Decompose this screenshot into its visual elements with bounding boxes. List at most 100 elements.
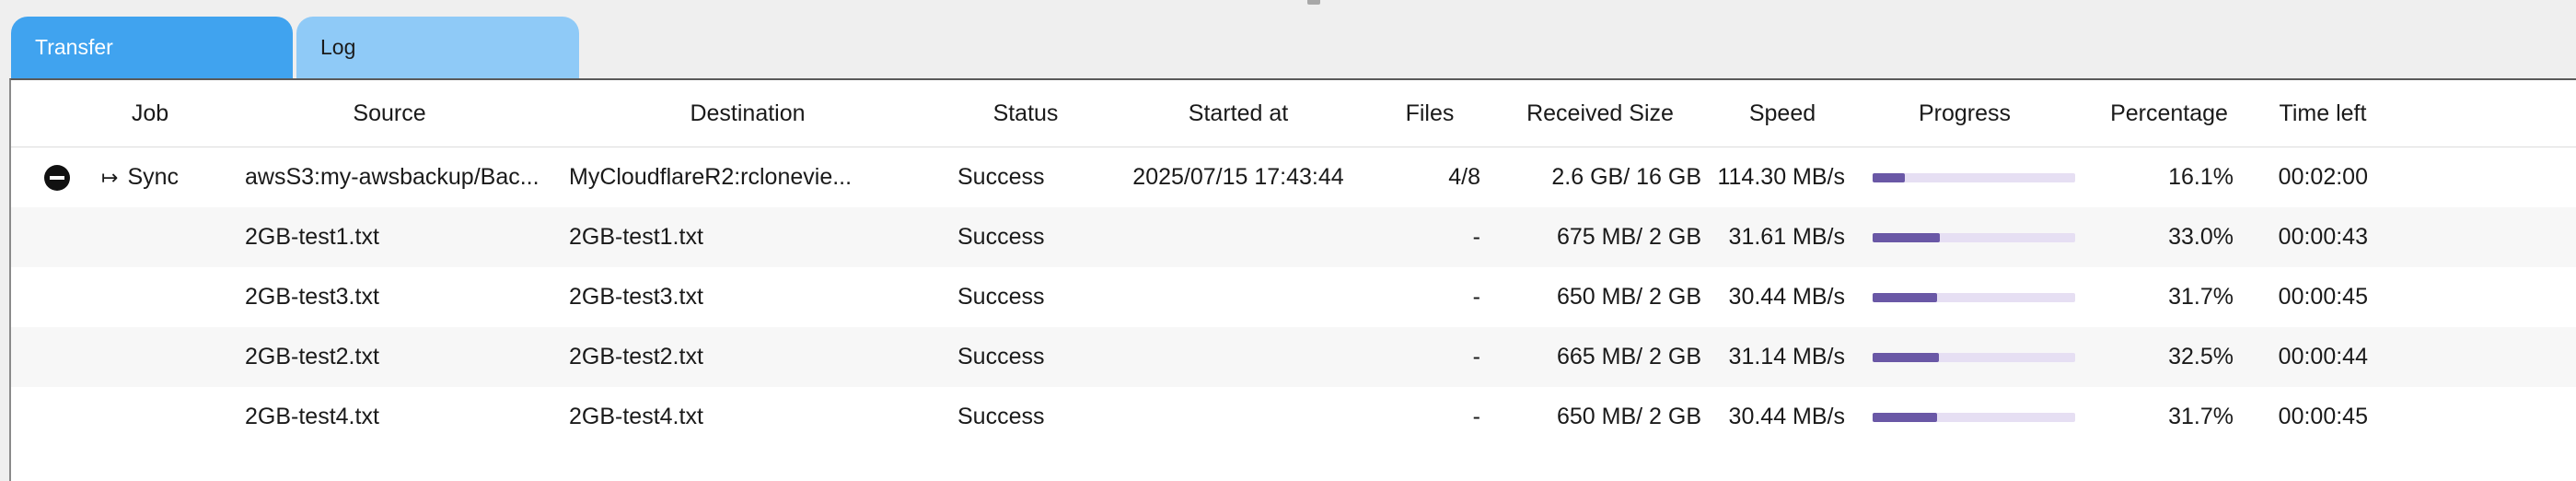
speed-cell: 31.14 MB/s (1728, 344, 1845, 370)
job-cell: ↦ Sync (72, 147, 228, 207)
progress-bar-fill (1873, 352, 1939, 362)
status-cell: Success (957, 164, 1045, 190)
time-left-cell: 00:00:44 (2278, 344, 2368, 370)
job-cell (72, 207, 228, 267)
table-header: Job Source Destination Status Started at… (11, 80, 2576, 147)
received-size-cell: 650 MB/ 2 GB (1556, 404, 1701, 429)
percentage-cell: 32.5% (2168, 344, 2234, 370)
time-left-cell: 00:00:43 (2278, 224, 2368, 250)
header-status[interactable]: Status (945, 80, 1107, 147)
received-size-cell: 2.6 GB/ 16 GB (1551, 164, 1701, 190)
remove-cell (11, 147, 72, 207)
progress-bar-fill (1873, 172, 1906, 182)
progress-cell (1854, 207, 2075, 267)
job-cell (72, 387, 228, 447)
files-cell: - (1472, 284, 1480, 310)
speed-cell: 114.30 MB/s (1717, 164, 1845, 190)
speed-cell: 31.61 MB/s (1728, 224, 1845, 250)
splitter-handle[interactable] (1307, 0, 1320, 5)
row-filler (2383, 267, 2576, 327)
progress-bar (1873, 412, 2075, 422)
percentage-cell: 31.7% (2168, 284, 2234, 310)
remove-cell (11, 387, 72, 447)
header-files[interactable]: Files (1370, 80, 1490, 147)
remove-cell (11, 327, 72, 387)
speed-cell: 30.44 MB/s (1728, 284, 1845, 310)
progress-cell (1854, 327, 2075, 387)
started-at-cell: 2025/07/15 17:43:44 (1132, 164, 1344, 190)
destination-cell: 2GB-test2.txt (569, 344, 703, 370)
table-row[interactable]: 2GB-test1.txt 2GB-test1.txt Success - 67… (11, 207, 2576, 267)
remove-job-icon[interactable] (44, 164, 70, 191)
table-row[interactable]: ↦ Sync awsS3:my-awsbackup/Bac... MyCloud… (11, 147, 2576, 207)
destination-cell: 2GB-test1.txt (569, 224, 703, 250)
progress-bar (1873, 172, 2075, 182)
status-cell: Success (957, 284, 1045, 310)
header-progress[interactable]: Progress (1854, 80, 2075, 147)
header-remove-spacer (11, 80, 72, 147)
source-cell: 2GB-test4.txt (245, 404, 379, 429)
transfer-panel: Job Source Destination Status Started at… (9, 78, 2576, 481)
progress-bar (1873, 292, 2075, 302)
progress-cell (1854, 387, 2075, 447)
tab-log[interactable]: Log (296, 17, 579, 78)
received-size-cell: 665 MB/ 2 GB (1556, 344, 1701, 370)
job-cell (72, 267, 228, 327)
destination-cell: 2GB-test3.txt (569, 284, 703, 310)
progress-bar-fill (1873, 292, 1937, 302)
sync-arrow-icon: ↦ (101, 165, 119, 189)
destination-cell: MyCloudflareR2:rclonevie... (569, 164, 853, 190)
files-cell: - (1472, 344, 1480, 370)
percentage-cell: 31.7% (2168, 404, 2234, 429)
remove-cell (11, 207, 72, 267)
progress-bar (1873, 232, 2075, 242)
header-job[interactable]: Job (72, 80, 228, 147)
files-cell: - (1472, 224, 1480, 250)
table-body: ↦ Sync awsS3:my-awsbackup/Bac... MyCloud… (11, 147, 2576, 447)
source-cell: 2GB-test3.txt (245, 284, 379, 310)
status-cell: Success (957, 224, 1045, 250)
received-size-cell: 675 MB/ 2 GB (1556, 224, 1701, 250)
progress-bar (1873, 352, 2075, 362)
destination-cell: 2GB-test4.txt (569, 404, 703, 429)
progress-bar-fill (1873, 232, 1940, 242)
remove-cell (11, 267, 72, 327)
tab-transfer[interactable]: Transfer (11, 17, 293, 78)
status-cell: Success (957, 344, 1045, 370)
percentage-cell: 33.0% (2168, 224, 2234, 250)
progress-bar-fill (1873, 412, 1937, 422)
speed-cell: 30.44 MB/s (1728, 404, 1845, 429)
row-filler (2383, 147, 2576, 207)
files-cell: - (1472, 404, 1480, 429)
header-received-size[interactable]: Received Size (1490, 80, 1711, 147)
started-at-cell (1107, 267, 1370, 327)
table-row[interactable]: 2GB-test4.txt 2GB-test4.txt Success - 65… (11, 387, 2576, 447)
percentage-cell: 16.1% (2168, 164, 2234, 190)
header-started-at[interactable]: Started at (1107, 80, 1370, 147)
status-cell: Success (957, 404, 1045, 429)
files-cell: 4/8 (1448, 164, 1480, 190)
row-filler (2383, 387, 2576, 447)
job-cell (72, 327, 228, 387)
header-destination[interactable]: Destination (551, 80, 945, 147)
header-percentage[interactable]: Percentage (2075, 80, 2263, 147)
started-at-cell (1107, 207, 1370, 267)
job-label: Sync (127, 164, 180, 190)
progress-cell (1854, 147, 2075, 207)
header-time-left[interactable]: Time left (2263, 80, 2383, 147)
source-cell: awsS3:my-awsbackup/Bac... (245, 164, 540, 190)
source-cell: 2GB-test2.txt (245, 344, 379, 370)
progress-cell (1854, 267, 2075, 327)
started-at-cell (1107, 327, 1370, 387)
header-source[interactable]: Source (228, 80, 551, 147)
header-filler (2383, 80, 2576, 147)
row-filler (2383, 207, 2576, 267)
table-row[interactable]: 2GB-test2.txt 2GB-test2.txt Success - 66… (11, 327, 2576, 387)
time-left-cell: 00:00:45 (2278, 404, 2368, 429)
started-at-cell (1107, 387, 1370, 447)
header-speed[interactable]: Speed (1711, 80, 1854, 147)
time-left-cell: 00:00:45 (2278, 284, 2368, 310)
received-size-cell: 650 MB/ 2 GB (1556, 284, 1701, 310)
row-filler (2383, 327, 2576, 387)
table-row[interactable]: 2GB-test3.txt 2GB-test3.txt Success - 65… (11, 267, 2576, 327)
